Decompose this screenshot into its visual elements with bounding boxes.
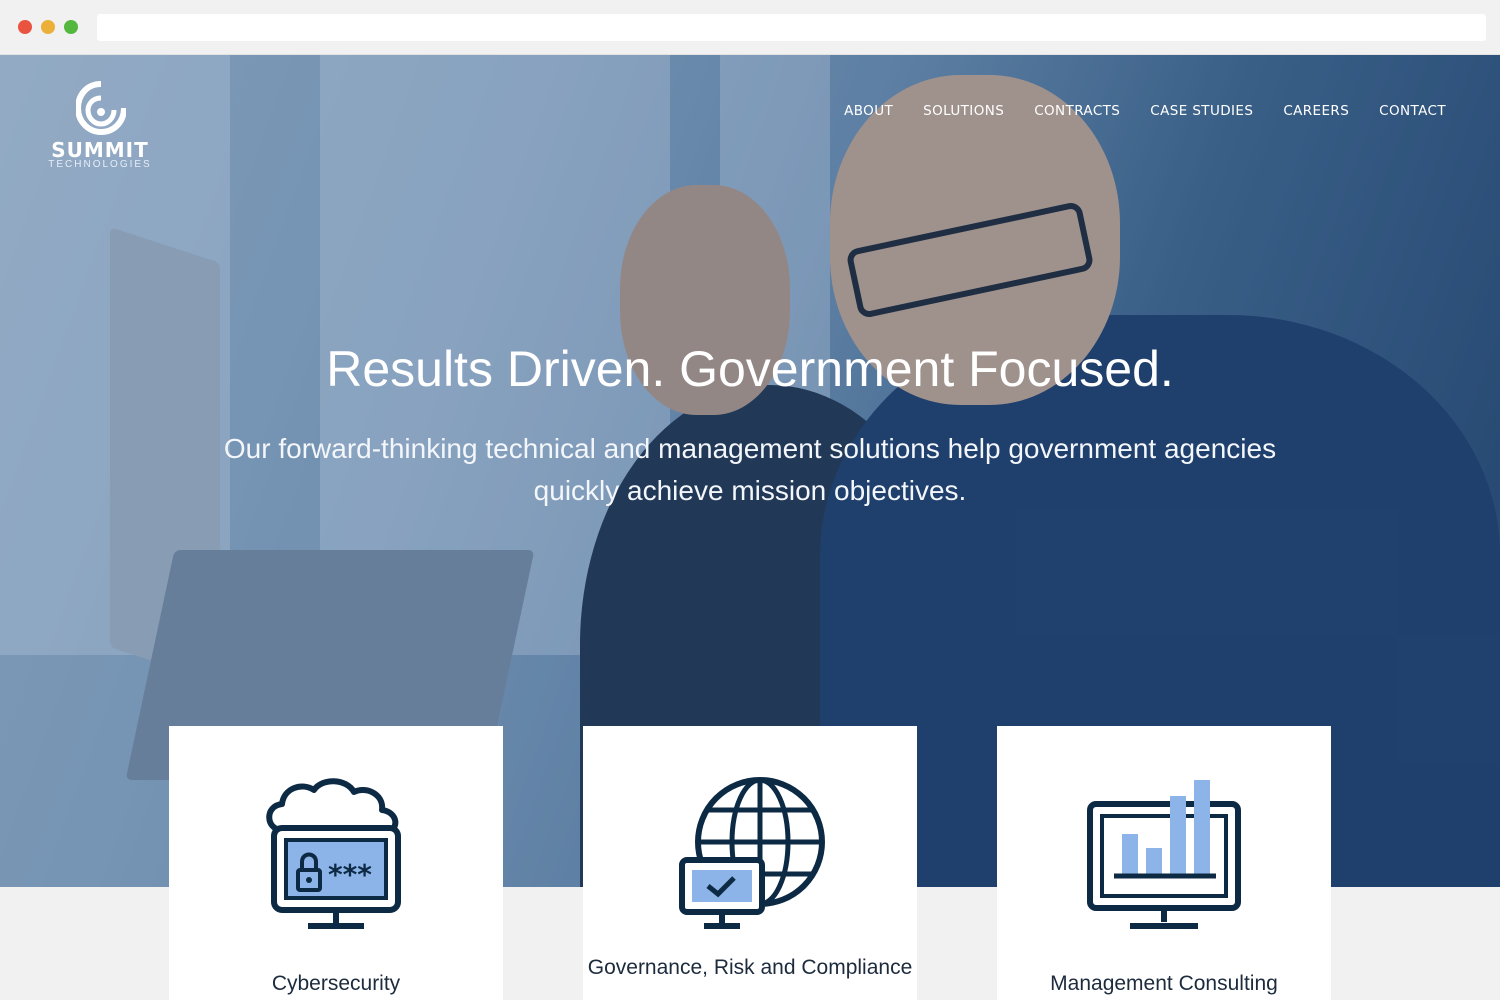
service-card-label: Management Consulting (1050, 972, 1278, 995)
brand-logo[interactable]: SUMMIT TECHNOLOGIES (30, 78, 170, 178)
main-navigation: ABOUT SOLUTIONS CONTRACTS CASE STUDIES C… (844, 103, 1446, 119)
maximize-window-button[interactable] (64, 20, 78, 34)
summit-logo-icon (76, 81, 126, 136)
service-card-label: Governance, Risk and Compliance (587, 956, 913, 979)
nav-item-contracts[interactable]: CONTRACTS (1034, 103, 1120, 119)
globe-checkmark-monitor-icon (679, 777, 825, 929)
service-card-governance[interactable]: Governance, Risk and Compliance (583, 726, 917, 1000)
bar-chart-monitor-icon (1087, 780, 1241, 929)
nav-item-solutions[interactable]: SOLUTIONS (923, 103, 1004, 119)
nav-item-case-studies[interactable]: CASE STUDIES (1150, 103, 1253, 119)
cloud-lock-monitor-icon: *** (266, 778, 401, 929)
address-bar[interactable] (97, 14, 1486, 41)
close-window-button[interactable] (18, 20, 32, 34)
svg-text:***: *** (328, 858, 372, 891)
minimize-window-button[interactable] (41, 20, 55, 34)
service-card-cybersecurity[interactable]: *** Cybersecurity (169, 726, 503, 1000)
nav-item-careers[interactable]: CAREERS (1283, 103, 1349, 119)
browser-chrome (0, 0, 1500, 55)
hero-headline: Results Driven. Government Focused. (326, 341, 1174, 397)
nav-item-about[interactable]: ABOUT (844, 103, 893, 119)
nav-item-contact[interactable]: CONTACT (1379, 103, 1446, 119)
service-card-label: Cybersecurity (271, 972, 401, 995)
hero-subheadline: Our forward-thinking technical and manag… (223, 433, 1277, 506)
brand-tagline: TECHNOLOGIES (48, 159, 152, 170)
service-card-management-consulting[interactable]: Management Consulting (997, 726, 1331, 1000)
